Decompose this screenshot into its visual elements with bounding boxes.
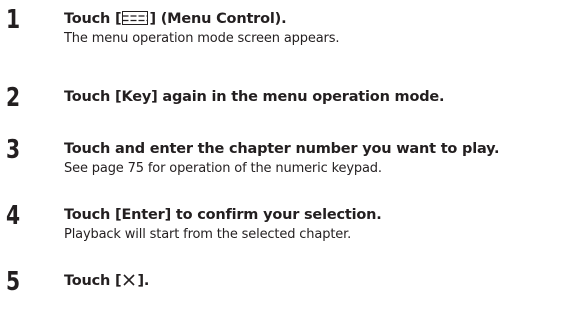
step-number: 1 [6, 5, 21, 35]
step-number: 3 [6, 135, 21, 165]
step-number: 4 [6, 201, 21, 231]
step-title-suffix: ] (Menu Control). [149, 11, 287, 27]
step-description: The menu operation mode screen appears. [64, 31, 340, 46]
step-number: 2 [6, 83, 21, 113]
close-icon [123, 274, 136, 286]
step-title-prefix: Touch [ [64, 273, 122, 289]
step-title: Touch and enter the chapter number you w… [64, 141, 500, 157]
step-number: 5 [6, 267, 21, 297]
step-title-prefix: Touch [ [64, 11, 122, 27]
step-title: Touch [ ] (Menu Control). [64, 10, 287, 28]
step-description: Playback will start from the selected ch… [64, 227, 352, 242]
step-title: Touch [Enter] to confirm your selection. [64, 207, 382, 223]
menu-control-icon [122, 11, 149, 25]
step-description: See page 75 for operation of the numeric… [64, 161, 382, 176]
step-title: Touch [ ]. [64, 272, 149, 290]
step-title: Touch [Key] again in the menu operation … [64, 89, 445, 105]
step-title-suffix: ]. [137, 273, 150, 289]
